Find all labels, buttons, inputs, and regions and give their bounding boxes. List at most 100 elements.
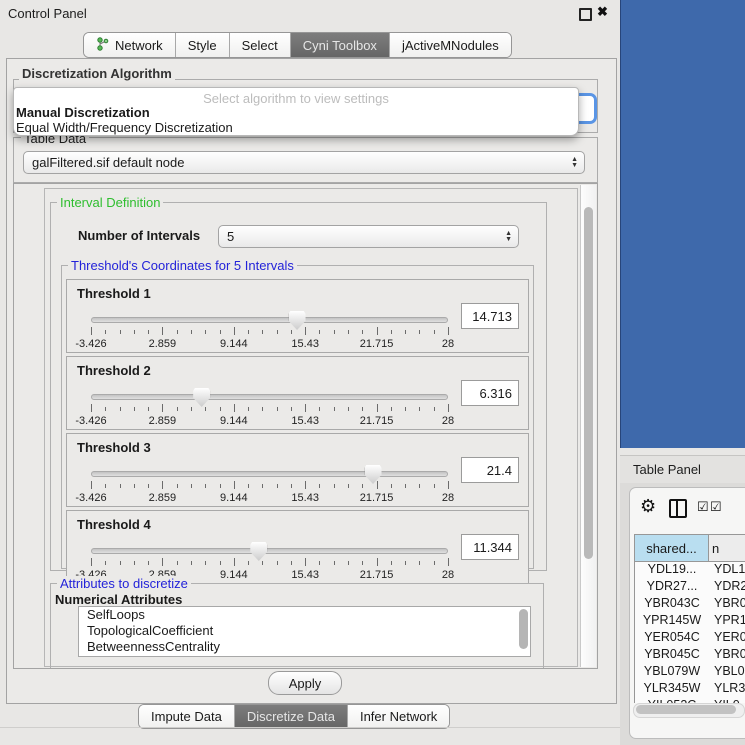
tick-mark [277,330,278,334]
slider-track[interactable] [91,317,448,323]
cell-name[interactable]: YER0 [710,630,745,647]
tab-impute-data-label: Impute Data [151,709,222,724]
attribute-list-item[interactable]: TopologicalCoefficient [79,623,530,639]
interval-definition-title: Interval Definition [57,195,163,210]
tick-mark [205,561,206,565]
table-row[interactable]: YBR043CYBR0 [635,596,745,613]
table-row[interactable]: YLR345WYLR3 [635,681,745,698]
threshold-label: Threshold 4 [77,517,151,532]
manual-discretization-panel: Interval Definition Number of Intervals … [44,188,578,667]
bottom-tab-bar: Impute Data Discretize Data Infer Networ… [138,704,450,729]
table-row[interactable]: YPR145WYPR1 [635,613,745,630]
threshold-value-field[interactable]: 11.344 [461,534,519,560]
tick-mark [291,330,292,334]
float-window-icon[interactable] [579,8,592,21]
tick-mark [191,484,192,488]
attribute-list-item[interactable]: BetweennessCentrality [79,639,530,655]
cell-shared-name[interactable]: YBL079W [635,664,710,681]
cell-name[interactable]: YBR0 [710,596,745,613]
cell-shared-name[interactable]: YDL19... [635,562,710,579]
number-of-intervals-combobox[interactable]: 5 ▲▼ [218,225,519,248]
threshold-value-field[interactable]: 21.4 [461,457,519,483]
algorithm-option-equal-width[interactable]: Equal Width/Frequency Discretization [16,120,233,135]
tick-mark [362,561,363,565]
tick-mark [262,561,263,565]
algorithm-popup-hint: Select algorithm to view settings [14,91,578,106]
table-row[interactable]: YER054CYER0 [635,630,745,647]
algorithm-option-manual[interactable]: Manual Discretization [16,105,150,120]
cell-name[interactable]: YPR1 [710,613,745,630]
checkbox-icon[interactable]: ☑ [710,500,722,513]
table-hscrollbar-thumb[interactable] [636,705,736,714]
checkbox-icon[interactable]: ☑ [697,500,709,513]
network-view-frame[interactable]: GAL80GACGAL11GAL4GCY1HHAP2 [620,0,745,448]
threshold-value-field[interactable]: 6.316 [461,380,519,406]
slider-track[interactable] [91,471,448,477]
attribute-list-item[interactable]: SelfLoops [79,607,530,623]
table-hscrollbar-track[interactable] [633,703,745,718]
cell-name[interactable]: YBL0 [710,664,745,681]
table-row[interactable]: YDR27...YDR2 [635,579,745,596]
slider-tick-labels: -3.4262.8599.14415.4321.71528 [91,338,448,350]
tick-mark [377,327,378,335]
cell-shared-name[interactable]: YPR145W [635,613,710,630]
column-header-shared-name[interactable]: shared... [635,535,709,561]
cell-shared-name[interactable]: YBR045C [635,647,710,664]
tab-jactivemnodules[interactable]: jActiveMNodules [390,33,511,57]
tab-style[interactable]: Style [176,33,230,57]
tick-mark [291,407,292,411]
tick-mark [291,484,292,488]
cell-name[interactable]: YDL1 [710,562,745,579]
threshold-slider[interactable]: -3.4262.8599.14415.4321.71528 [91,541,448,581]
numerical-attributes-list[interactable]: SelfLoopsTopologicalCoefficientBetweenne… [78,606,531,657]
split-columns-icon[interactable] [669,499,687,518]
tick-mark [177,330,178,334]
control-panel-titlebar: Control Panel ✖ [0,0,620,28]
tick-mark [248,407,249,411]
cell-name[interactable]: YDR2 [710,579,745,596]
threshold-slider[interactable]: -3.4262.8599.14415.4321.71528 [91,464,448,504]
apply-button[interactable]: Apply [268,671,342,695]
table-row[interactable]: YDL19...YDL1 [635,562,745,579]
list-scrollbar-thumb[interactable] [519,609,528,649]
threshold-slider[interactable]: -3.4262.8599.14415.4321.71528 [91,387,448,427]
viewport-scrollbar-thumb[interactable] [584,207,593,559]
table-data-combobox[interactable]: galFiltered.sif default node ▲▼ [23,151,585,174]
tab-network[interactable]: Network [84,33,176,57]
table-row[interactable]: YBL079WYBL0 [635,664,745,681]
tick-mark [419,407,420,411]
slider-track[interactable] [91,394,448,400]
table-row[interactable]: YBR045CYBR0 [635,647,745,664]
tick-mark [334,330,335,334]
cell-shared-name[interactable]: YER054C [635,630,710,647]
threshold-value-field[interactable]: 14.713 [461,303,519,329]
tick-mark [220,407,221,411]
tick-mark [405,330,406,334]
cell-name[interactable]: YLR3 [710,681,745,698]
column-header-name[interactable]: n [709,535,745,561]
tick-mark [91,558,92,566]
cell-shared-name[interactable]: YBR043C [635,596,710,613]
cell-shared-name[interactable]: YLR345W [635,681,710,698]
node-table-panel: ⚙ ☑ ☑ shared... n YDL19...YDL1YDR27...YD… [629,487,745,739]
tick-mark [248,330,249,334]
tab-impute-data[interactable]: Impute Data [139,705,235,728]
tab-cyni-toolbox[interactable]: Cyni Toolbox [291,33,390,57]
discretization-algorithm-title: Discretization Algorithm [19,66,175,81]
cell-name[interactable]: YBR0 [710,647,745,664]
slider-tick-labels: -3.4262.8599.14415.4321.71528 [91,492,448,504]
tick-mark [348,484,349,488]
tab-infer-network[interactable]: Infer Network [348,705,449,728]
close-icon[interactable]: ✖ [597,4,608,20]
viewport-scrollbar-track[interactable] [580,185,596,667]
tick-mark [377,404,378,412]
tab-select[interactable]: Select [230,33,291,57]
gear-icon[interactable]: ⚙ [640,497,656,515]
tick-mark [362,330,363,334]
cell-shared-name[interactable]: YDR27... [635,579,710,596]
slider-track[interactable] [91,548,448,554]
tick-mark [177,484,178,488]
tab-discretize-data[interactable]: Discretize Data [235,705,348,728]
threshold-slider[interactable]: -3.4262.8599.14415.4321.71528 [91,310,448,350]
tick-mark [277,484,278,488]
